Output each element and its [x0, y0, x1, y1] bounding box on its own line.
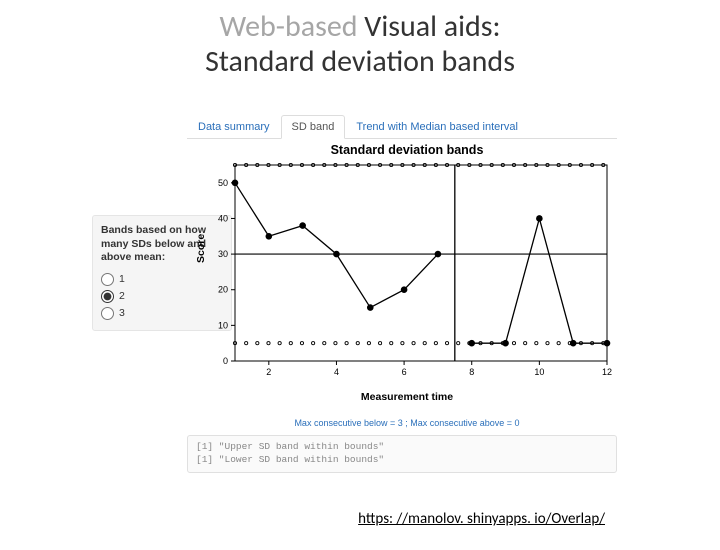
- y-axis-title: Score: [195, 234, 207, 263]
- svg-text:4: 4: [334, 367, 339, 377]
- footer-link[interactable]: https: //manolov. shinyapps. io/Overlap/: [358, 510, 605, 528]
- sd-band-chart: 0 10 20 30 40 50 2 4 6 8 10 12: [197, 159, 617, 389]
- svg-text:8: 8: [469, 367, 474, 377]
- svg-text:40: 40: [218, 213, 228, 223]
- title-accent: Web-based: [219, 8, 357, 45]
- svg-text:50: 50: [218, 178, 228, 188]
- console-output: [1] "Upper SD band within bounds" [1] "L…: [187, 435, 617, 473]
- svg-text:30: 30: [218, 249, 228, 259]
- app-frame: Data summary SD band Trend with Median b…: [92, 115, 632, 475]
- tab-sd-band[interactable]: SD band: [281, 115, 346, 139]
- svg-text:6: 6: [402, 367, 407, 377]
- svg-text:2: 2: [266, 367, 271, 377]
- tabs: Data summary SD band Trend with Median b…: [187, 115, 632, 139]
- svg-text:10: 10: [534, 367, 544, 377]
- chart-caption: Max consecutive below = 3 ; Max consecut…: [197, 418, 617, 428]
- sd-radio-3-text: 3: [119, 307, 125, 319]
- chart-title: Standard deviation bands: [197, 143, 617, 157]
- svg-text:20: 20: [218, 285, 228, 295]
- title-rest: Visual aids:: [358, 8, 501, 45]
- console-line-2: [1] "Lower SD band within bounds": [196, 454, 384, 465]
- console-line-1: [1] "Upper SD band within bounds": [196, 441, 384, 452]
- sd-radio-3-input[interactable]: [101, 307, 114, 320]
- title-line2: Standard deviation bands: [205, 43, 515, 80]
- tab-data-summary[interactable]: Data summary: [187, 115, 281, 139]
- svg-text:12: 12: [602, 367, 612, 377]
- sd-radio-1-text: 1: [119, 273, 125, 285]
- chart-wrap: Standard deviation bands Score 0 10 20 30 40…: [197, 143, 617, 427]
- sd-radio-2-input[interactable]: [101, 290, 114, 303]
- sd-radio-2-text: 2: [119, 290, 125, 302]
- svg-text:10: 10: [218, 320, 228, 330]
- x-axis-title: Measurement time: [197, 391, 617, 403]
- sd-radio-1-input[interactable]: [101, 273, 114, 286]
- svg-text:0: 0: [223, 356, 228, 366]
- tab-trend-median[interactable]: Trend with Median based interval: [345, 115, 529, 139]
- slide-title: Web-based Visual aids: Standard deviatio…: [0, 10, 720, 79]
